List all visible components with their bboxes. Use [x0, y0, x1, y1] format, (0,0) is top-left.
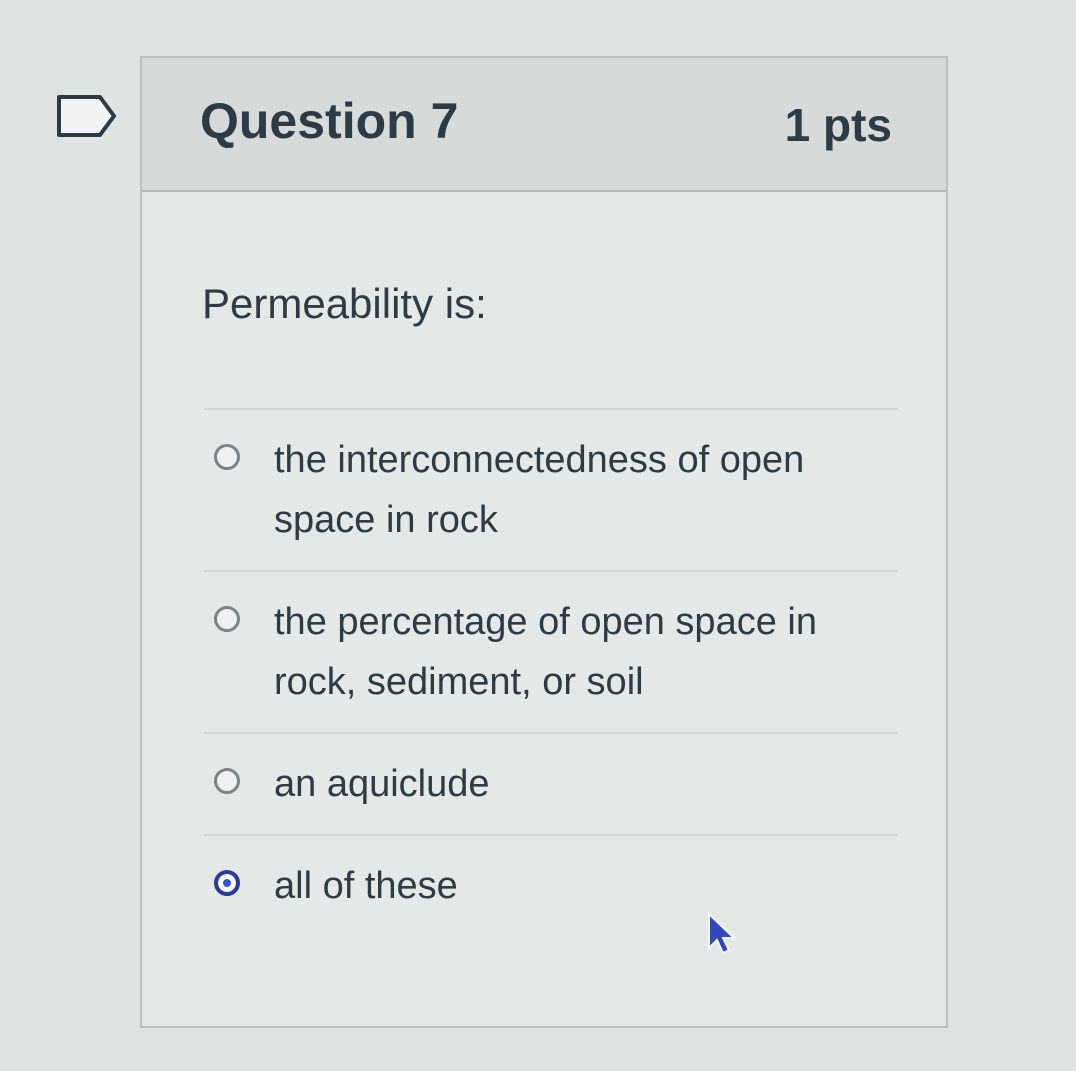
question-prompt: Permeability is:	[202, 280, 487, 327]
answer-text-line-2: rock, sediment, or soil	[274, 661, 644, 703]
question-card: Question 7 1 pts Permeability is: the in…	[140, 56, 948, 1028]
question-points: 1 pts	[784, 99, 892, 151]
answer-text-line-2: space in rock	[274, 499, 498, 541]
answer-option-3[interactable]: an aquiclude	[204, 734, 898, 836]
question-header: Question 7 1 pts	[142, 58, 946, 192]
flag-question-icon[interactable]	[56, 94, 118, 138]
answer-text-line-1: the interconnectedness of open	[274, 439, 805, 481]
answer-list: the interconnectedness of open space in …	[204, 408, 898, 936]
mouse-cursor-icon	[706, 911, 738, 956]
radio-button-unselected-icon[interactable]	[214, 768, 240, 794]
answer-text-line-1: the percentage of open space in	[274, 601, 817, 643]
answer-option-2[interactable]: the percentage of open space in rock, se…	[204, 572, 898, 734]
answer-text: an aquiclude	[274, 763, 490, 805]
answer-text: all of these	[274, 865, 458, 907]
radio-button-selected-icon[interactable]	[214, 870, 240, 896]
answer-option-1[interactable]: the interconnectedness of open space in …	[204, 410, 898, 572]
question-title: Question 7	[200, 93, 459, 149]
radio-button-unselected-icon[interactable]	[214, 444, 240, 470]
answer-option-4[interactable]: all of these	[204, 836, 898, 936]
radio-button-unselected-icon[interactable]	[214, 606, 240, 632]
